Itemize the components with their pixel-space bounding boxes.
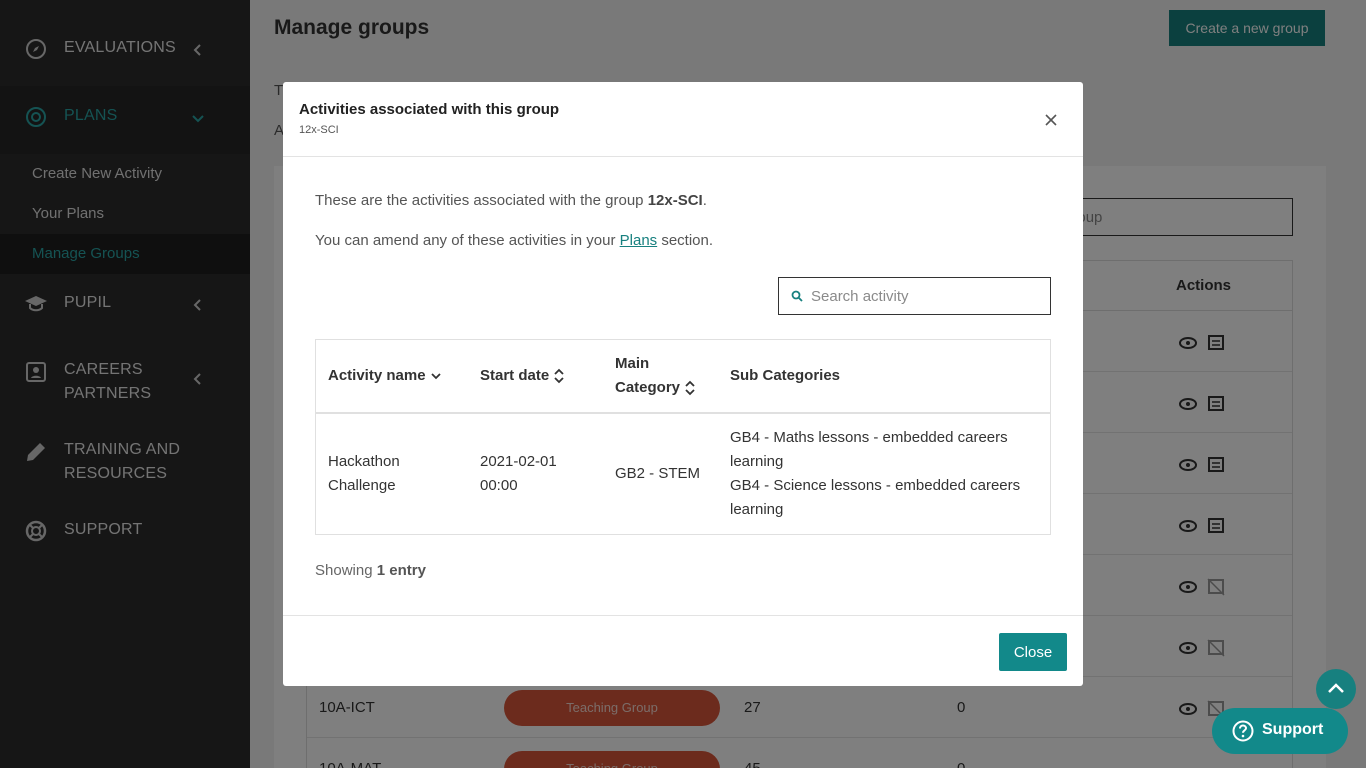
modal-footer: Close (283, 615, 1083, 686)
support-label: Support (1262, 721, 1324, 738)
entries-count: Showing 1 entry (315, 562, 426, 579)
search-icon (791, 290, 803, 302)
modal-header: Activities associated with this group 12… (283, 82, 1083, 157)
chevron-down-icon (431, 373, 441, 380)
activity-search-input[interactable] (778, 277, 1051, 315)
activities-modal: Activities associated with this group 12… (283, 82, 1083, 686)
modal-intro: These are the activities associated with… (315, 192, 707, 209)
modal-title: Activities associated with this group (299, 101, 560, 118)
modal-amend-text: You can amend any of these activities in… (315, 232, 714, 249)
activity-name: Hackathon Challenge (328, 453, 400, 494)
intro-group-name: 12x-SCI (647, 192, 703, 209)
help-circle-icon (1232, 720, 1254, 742)
col-sub-categories: Sub Categories (730, 367, 841, 384)
activity-sub-categories: GB4 - Maths lessons - embedded careers le… (730, 429, 1021, 518)
activity-main-category: GB2 - STEM (615, 465, 701, 482)
plans-link[interactable]: Plans (620, 232, 658, 249)
close-icon[interactable] (1043, 112, 1059, 128)
modal-subtitle: 12x-SCI (299, 124, 339, 136)
col-activity-name[interactable]: Activity name (328, 364, 442, 388)
activities-table: Activity name Start date Main Category Su… (315, 339, 1051, 535)
col-start-date[interactable]: Start date (480, 364, 565, 388)
scroll-to-top-button[interactable] (1316, 669, 1356, 709)
col-main-category[interactable]: Main Category (615, 352, 696, 400)
chevron-up-icon (1328, 683, 1344, 693)
activity-start-date: 2021-02-01 00:00 (480, 453, 557, 494)
support-button[interactable]: Support (1212, 708, 1348, 754)
activities-table-header: Activity name Start date Main Category Su… (316, 340, 1050, 414)
sort-icon (685, 380, 695, 396)
sort-icon (554, 368, 564, 384)
close-button[interactable]: Close (999, 633, 1067, 671)
